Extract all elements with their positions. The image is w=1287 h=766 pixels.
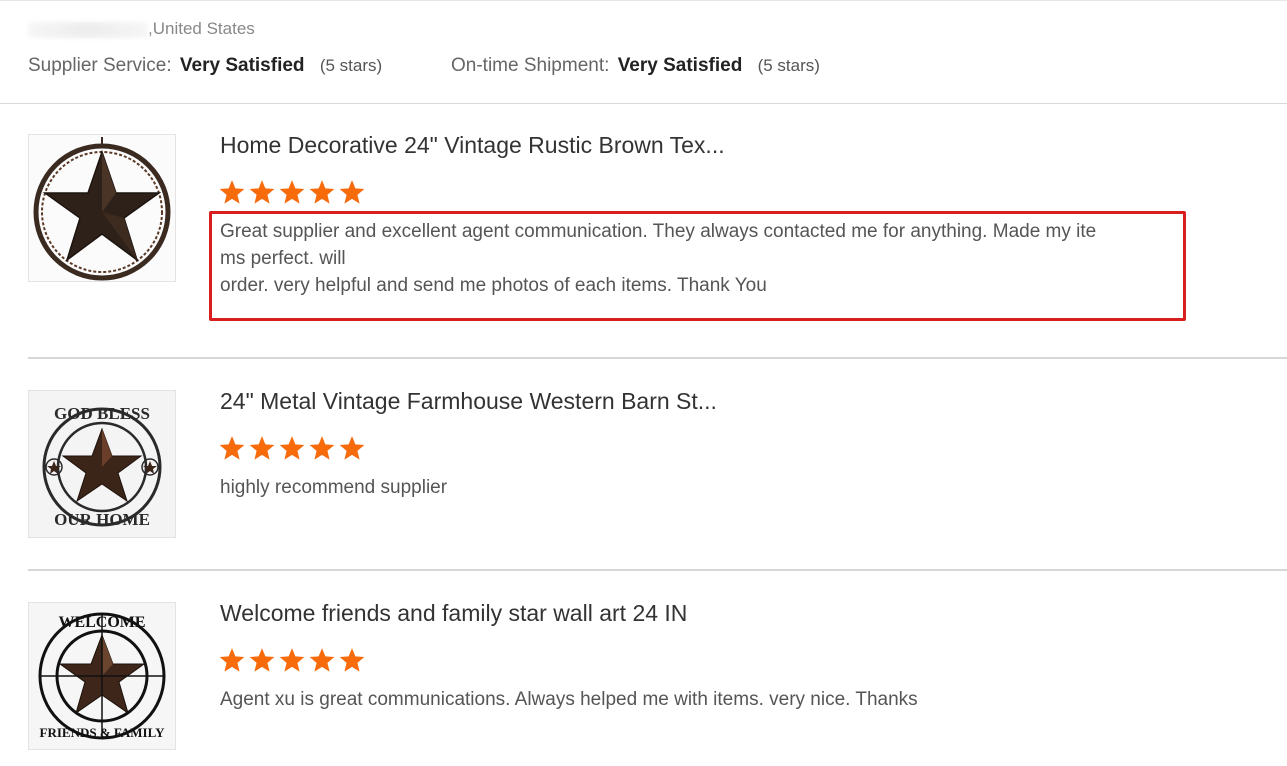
comment-line: ms perfect. will <box>220 248 346 269</box>
product-thumbnail[interactable]: GOD BLESS OUR HOME <box>28 390 176 538</box>
comment-line: Great supplier and excellent agent commu… <box>220 221 1097 242</box>
shipment-rating: On-time Shipment: Very Satisfied (5 star… <box>451 55 820 77</box>
review-comment: Agent xu is great communications. Always… <box>220 686 1185 713</box>
product-title[interactable]: Welcome friends and family star wall art… <box>220 600 687 627</box>
comment-line: order. very helpful and send me photos o… <box>220 275 767 296</box>
product-thumbnail[interactable] <box>28 134 176 282</box>
review-comment: Great supplier and excellent agent commu… <box>220 218 1185 299</box>
svg-text:OUR HOME: OUR HOME <box>54 510 150 529</box>
star-icon <box>219 180 245 204</box>
supplier-service-value: Very Satisfied <box>179 55 305 76</box>
star-icon <box>219 648 245 672</box>
supplier-service-stars: (5 stars) <box>319 56 383 75</box>
star-icon <box>339 648 365 672</box>
review-divider <box>28 357 1287 359</box>
star-icon <box>279 180 305 204</box>
shipment-value: Very Satisfied <box>617 55 743 76</box>
comment-line: Agent xu is great communications. Always… <box>220 689 918 710</box>
star-icon <box>279 436 305 460</box>
star-icon <box>309 436 335 460</box>
redacted-name <box>28 21 148 38</box>
star-icon <box>249 648 275 672</box>
star-rating <box>219 647 365 673</box>
star-rating <box>219 179 365 205</box>
star-icon <box>309 180 335 204</box>
star-icon <box>339 180 365 204</box>
product-title[interactable]: 24" Metal Vintage Farmhouse Western Barn… <box>220 388 717 415</box>
svg-text:GOD BLESS: GOD BLESS <box>54 404 150 423</box>
supplier-service-rating: Supplier Service: Very Satisfied (5 star… <box>28 55 382 77</box>
star-icon <box>309 648 335 672</box>
star-icon <box>279 648 305 672</box>
buyer-location: ,United States <box>28 19 255 39</box>
shipment-stars: (5 stars) <box>757 56 820 75</box>
star-icon <box>219 436 245 460</box>
star-icon <box>249 180 275 204</box>
review-comment: highly recommend supplier <box>220 474 1185 501</box>
supplier-summary-header: ,United States Supplier Service: Very Sa… <box>0 0 1287 104</box>
product-thumbnail[interactable]: WELCOME FRIENDS & FAMILY <box>28 602 176 750</box>
shipment-label: On-time Shipment: <box>451 55 610 76</box>
star-icon <box>339 436 365 460</box>
location-country: ,United States <box>148 19 255 38</box>
comment-line: highly recommend supplier <box>220 477 448 498</box>
review-divider <box>28 569 1287 571</box>
supplier-service-label: Supplier Service: <box>28 55 172 76</box>
product-title[interactable]: Home Decorative 24" Vintage Rustic Brown… <box>220 132 725 159</box>
star-rating <box>219 435 365 461</box>
star-icon <box>249 436 275 460</box>
